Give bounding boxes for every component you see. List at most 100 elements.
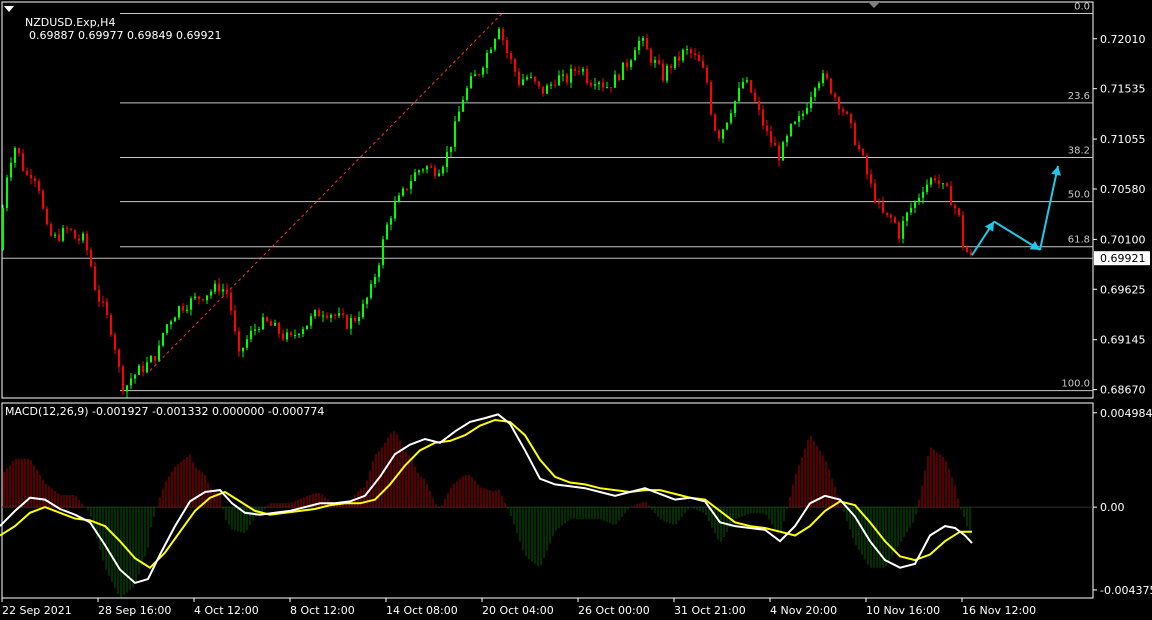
candle-bull	[150, 356, 152, 363]
candle-bull	[738, 88, 740, 101]
projection-arrowhead-icon[interactable]	[1051, 165, 1062, 176]
candle-bull	[522, 79, 524, 85]
price-tick-label: 0.69145	[1100, 334, 1146, 347]
candle-bear	[478, 74, 480, 76]
candle-bull	[682, 49, 684, 61]
candle-bear	[142, 365, 144, 373]
macd-tick-label: 0.004984	[1100, 407, 1152, 420]
candle-bear	[626, 62, 628, 67]
candle-bear	[334, 314, 336, 316]
candle-bear	[42, 190, 44, 209]
candle-bear	[714, 114, 716, 131]
candle-bull	[222, 289, 224, 292]
price-tick-label: 0.69625	[1100, 283, 1146, 296]
candle-bull	[902, 221, 904, 239]
candle-bear	[858, 145, 860, 150]
candle-bear	[538, 81, 540, 87]
candle-bear	[326, 315, 328, 318]
candle-bull	[62, 227, 64, 241]
candle-bear	[854, 123, 856, 146]
candle-bear	[874, 183, 876, 203]
scroll-marker-icon[interactable]	[868, 2, 880, 8]
candle-bull	[186, 309, 188, 311]
candle-bear	[542, 86, 544, 94]
candle-bear	[774, 142, 776, 146]
candle-bear	[962, 215, 964, 248]
candle-bear	[50, 224, 52, 236]
candle-bull	[126, 385, 128, 392]
fib-level-label: 0.0	[1074, 2, 1090, 13]
candle-bull	[134, 374, 136, 379]
candle-bear	[22, 153, 24, 171]
time-axis-label: 28 Sep 16:00	[98, 604, 171, 617]
price-panel-frame	[1, 1, 1094, 399]
candle-bear	[502, 28, 504, 41]
candle-bull	[686, 49, 688, 51]
candle-bull	[426, 166, 428, 170]
candle-bull	[794, 121, 796, 124]
candle-bear	[770, 131, 772, 143]
candle-bull	[918, 197, 920, 202]
candle-bull	[10, 162, 12, 178]
candle-bear	[698, 55, 700, 62]
candle-bear	[554, 84, 556, 86]
candle-bear	[766, 125, 768, 132]
candle-bull	[130, 378, 132, 386]
candle-bull	[242, 347, 244, 352]
candle-bull	[458, 111, 460, 122]
candle-bear	[658, 60, 660, 64]
candle-bear	[354, 317, 356, 321]
candle-bear	[202, 298, 204, 301]
candle-bull	[798, 115, 800, 122]
candle-bear	[946, 183, 948, 187]
candle-bull	[390, 218, 392, 225]
candle-bear	[578, 71, 580, 73]
candle-bull	[814, 88, 816, 97]
candle-bull	[722, 129, 724, 139]
candle-bear	[862, 149, 864, 156]
candle-bull	[2, 207, 4, 250]
candle-bull	[398, 195, 400, 203]
candle-bear	[86, 233, 88, 250]
candle-bull	[582, 68, 584, 72]
candle-bull	[254, 329, 256, 331]
candle-bear	[122, 366, 124, 392]
candle-bull	[642, 38, 644, 41]
candle-bull	[598, 82, 600, 85]
candle-bull	[350, 317, 352, 329]
trading-chart[interactable]: 0.72010 0.71535 0.71055 0.70580 0.70100 0.696…	[0, 0, 1152, 620]
candle-bear	[106, 301, 108, 316]
candle-bear	[90, 249, 92, 267]
candle-bear	[662, 63, 664, 81]
candle-bear	[270, 321, 272, 326]
candle-bull	[302, 329, 304, 334]
candle-bull	[194, 296, 196, 299]
candle-bear	[30, 174, 32, 179]
candle-bull	[802, 113, 804, 116]
fib-level-label: 38.2	[1068, 145, 1090, 156]
fib-level-label: 61.8	[1068, 235, 1090, 246]
candle-bear	[882, 202, 884, 213]
candle-bull	[654, 60, 656, 63]
candle-bear	[290, 332, 292, 336]
candle-bear	[182, 306, 184, 311]
symbol-header: NZDUSD.Exp,H4 0.69887 0.69977 0.69849 0.…	[18, 3, 221, 42]
candle-bull	[666, 65, 668, 81]
symbol-menu-arrow-icon[interactable]	[4, 6, 14, 12]
candle-bear	[754, 92, 756, 102]
projection-arrow-line[interactable]	[1039, 165, 1059, 251]
candle-bear	[846, 111, 848, 114]
candle-bull	[818, 83, 820, 89]
price-tick-label: 0.71535	[1100, 83, 1146, 96]
candle-bear	[646, 38, 648, 50]
candle-bear	[762, 109, 764, 126]
candle-bear	[586, 68, 588, 84]
current-price-label: 0.69921	[1100, 252, 1146, 265]
candle-bear	[46, 208, 48, 225]
candle-bull	[674, 56, 676, 68]
candle-bull	[294, 334, 296, 336]
candle-bull	[530, 76, 532, 78]
candle-bull	[742, 81, 744, 89]
candle-bull	[190, 298, 192, 310]
candle-bull	[306, 325, 308, 330]
